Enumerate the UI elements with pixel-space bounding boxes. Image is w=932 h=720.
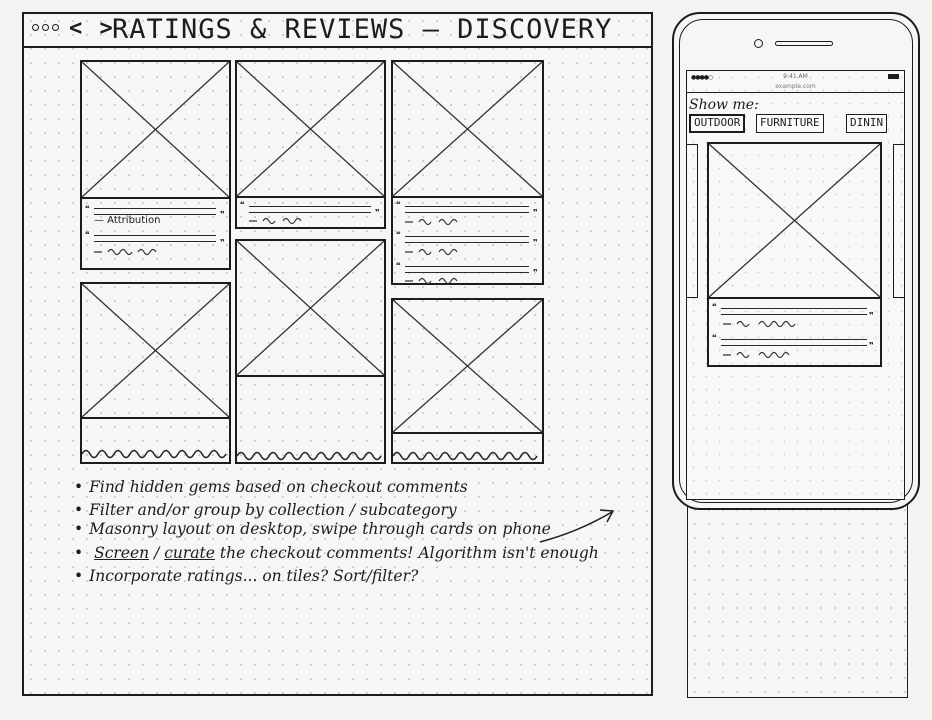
quote-open-icon: ❝ <box>396 230 401 239</box>
image-placeholder <box>393 300 542 434</box>
next-card-peek[interactable] <box>893 144 904 298</box>
author-scribble <box>723 320 796 328</box>
note-item: Screen / curate the checkout comments! A… <box>74 542 599 565</box>
image-placeholder <box>393 62 542 198</box>
image-placeholder-icon <box>237 241 384 376</box>
note-item: Incorporate ratings... on tiles? Sort/fi… <box>74 565 599 588</box>
status-time: 9:41 AM <box>783 73 808 80</box>
note-curate: curate <box>164 544 215 562</box>
chip-dining[interactable]: DININ <box>846 114 888 133</box>
window-dot-icon[interactable] <box>52 24 59 31</box>
chip-furniture[interactable]: FURNITURE <box>756 114 824 133</box>
author-scribble <box>249 217 302 225</box>
note-item: Filter and/or group by collection / subc… <box>74 499 599 522</box>
nav-arrows[interactable]: < > <box>69 16 115 41</box>
image-placeholder <box>237 62 384 198</box>
review-card[interactable]: ❝ ❞ ❝ ❞ <box>707 142 882 367</box>
window-dot-icon[interactable] <box>42 24 49 31</box>
note-item: Find hidden gems based on checkout comme… <box>74 476 599 499</box>
review-tile[interactable]: ❝ ❞ ❝ ❞ ❝ ❞ <box>391 60 544 285</box>
author-scribble <box>723 351 790 359</box>
attribution: — Attribution <box>94 215 161 226</box>
review-tile[interactable]: ❝ ❞ — Attribution ❝ ❞ <box>80 60 231 270</box>
author-scribble <box>405 218 458 226</box>
prev-card-peek[interactable] <box>687 144 698 298</box>
note-screen: Screen <box>94 544 150 562</box>
phone-screen: ●●●●○ 9:41 AM example.com Show me: OUTDO… <box>686 70 905 500</box>
quote-close-icon: ❞ <box>533 268 538 277</box>
quote-close-icon: ❞ <box>533 238 538 247</box>
image-placeholder <box>82 62 229 199</box>
author-scribble <box>94 248 157 256</box>
quote-open-icon: ❝ <box>396 200 401 209</box>
quote-close-icon: ❞ <box>533 208 538 217</box>
address-divider <box>687 92 904 93</box>
image-placeholder-icon <box>393 300 542 433</box>
quote-open-icon: ❝ <box>712 302 717 311</box>
image-placeholder-icon <box>237 62 384 197</box>
image-placeholder <box>237 241 384 377</box>
author-scribble <box>405 248 458 256</box>
note-sep: / <box>149 544 165 562</box>
page-title: RATINGS & REVIEWS — DISCOVERY <box>112 14 613 45</box>
review-tile[interactable] <box>80 282 231 464</box>
quote-close-icon: ❞ <box>220 238 225 247</box>
quote-open-icon: ❝ <box>712 333 717 342</box>
status-bar: ●●●●○ 9:41 AM <box>687 71 904 83</box>
quote-open-icon: ❝ <box>85 204 90 213</box>
window-dot-icon[interactable] <box>32 24 39 31</box>
truncated-edge <box>82 449 227 459</box>
author-scribble <box>405 277 458 285</box>
quote-close-icon: ❞ <box>869 341 874 350</box>
image-placeholder <box>709 144 880 299</box>
quote-close-icon: ❞ <box>869 311 874 320</box>
review-tile[interactable] <box>235 239 386 464</box>
camera-icon <box>754 39 763 48</box>
image-placeholder-icon <box>393 62 542 197</box>
quote-open-icon: ❝ <box>85 230 90 239</box>
review-tile[interactable] <box>391 298 544 464</box>
quote-open-icon: ❝ <box>240 200 245 209</box>
review-tile[interactable]: ❝ ❞ <box>235 60 386 229</box>
truncated-edge <box>237 451 382 461</box>
image-placeholder <box>82 284 229 419</box>
image-placeholder-icon <box>82 62 229 198</box>
browser-bar: < > RATINGS & REVIEWS — DISCOVERY <box>24 14 651 48</box>
speaker-icon <box>775 41 833 46</box>
note-item: Masonry layout on desktop, swipe through… <box>74 521 554 538</box>
battery-icon <box>888 74 899 79</box>
pointer-arrow-icon <box>539 509 615 543</box>
image-placeholder-icon <box>82 284 229 418</box>
address-bar[interactable]: example.com <box>687 83 904 90</box>
chip-outdoor[interactable]: OUTDOOR <box>689 114 746 133</box>
image-placeholder-icon <box>709 144 880 298</box>
quote-close-icon: ❞ <box>375 208 380 217</box>
note-rest: the checkout comments! Algorithm isn't e… <box>214 544 599 562</box>
design-notes: Find hidden gems based on checkout comme… <box>74 476 599 587</box>
truncated-edge <box>393 451 538 461</box>
quote-open-icon: ❝ <box>396 261 401 270</box>
window-controls[interactable] <box>32 24 59 31</box>
filter-label: Show me: <box>689 97 759 113</box>
quote-close-icon: ❞ <box>220 210 225 219</box>
